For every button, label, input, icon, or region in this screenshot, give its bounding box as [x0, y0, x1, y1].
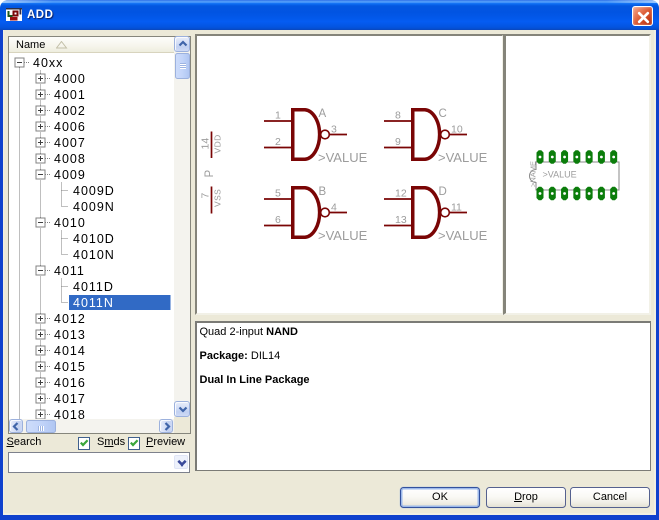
svg-text:4010: 4010 [54, 216, 86, 230]
svg-text:7: 7 [200, 193, 212, 199]
svg-text:>VALUE: >VALUE [438, 228, 488, 243]
svg-text:B: B [319, 186, 327, 198]
svg-text:>VALUE: >VALUE [318, 228, 368, 243]
svg-text:4007: 4007 [54, 136, 86, 150]
svg-text:C: C [439, 108, 447, 120]
svg-text:4000: 4000 [54, 72, 86, 86]
svg-text:VDD: VDD [213, 134, 223, 153]
svg-text:4009N: 4009N [73, 200, 115, 214]
svg-text:12: 12 [395, 188, 407, 200]
svg-text:4: 4 [331, 202, 337, 214]
svg-text:4001: 4001 [54, 88, 86, 102]
svg-text:4012: 4012 [54, 312, 86, 326]
svg-text:13: 13 [395, 214, 407, 226]
svg-text:4015: 4015 [54, 360, 86, 374]
svg-text:4011: 4011 [54, 264, 85, 278]
svg-text:1: 1 [275, 110, 281, 122]
svg-text:P: P [204, 170, 216, 178]
svg-text:4010D: 4010D [73, 232, 115, 246]
svg-text:9: 9 [395, 136, 401, 148]
svg-text:VSS: VSS [213, 189, 223, 207]
svg-text:>VALUE: >VALUE [543, 170, 577, 180]
svg-text:4009: 4009 [54, 168, 86, 182]
svg-text:14: 14 [200, 138, 212, 150]
svg-text:4013: 4013 [54, 328, 86, 342]
svg-text:3: 3 [331, 124, 337, 136]
svg-text:4009D: 4009D [73, 184, 115, 198]
svg-text:D: D [439, 186, 447, 198]
svg-text:>VALUE: >VALUE [318, 150, 368, 165]
svg-text:4011N: 4011N [73, 296, 114, 310]
svg-text:>NAME: >NAME [529, 161, 538, 187]
svg-text:4014: 4014 [54, 344, 86, 358]
svg-text:6: 6 [275, 214, 281, 226]
svg-text:4010N: 4010N [73, 248, 115, 262]
svg-text:>VALUE: >VALUE [438, 150, 488, 165]
svg-text:5: 5 [275, 188, 281, 200]
svg-text:4011D: 4011D [73, 280, 114, 294]
svg-text:4008: 4008 [54, 152, 86, 166]
svg-text:8: 8 [395, 110, 401, 122]
svg-text:A: A [319, 108, 327, 120]
svg-text:40xx: 40xx [33, 56, 63, 70]
svg-text:10: 10 [451, 124, 463, 136]
svg-text:4016: 4016 [54, 376, 86, 390]
svg-text:4017: 4017 [54, 392, 86, 406]
svg-text:11: 11 [451, 202, 462, 214]
svg-text:2: 2 [275, 136, 281, 148]
svg-text:4002: 4002 [54, 104, 86, 118]
svg-text:4006: 4006 [54, 120, 86, 134]
